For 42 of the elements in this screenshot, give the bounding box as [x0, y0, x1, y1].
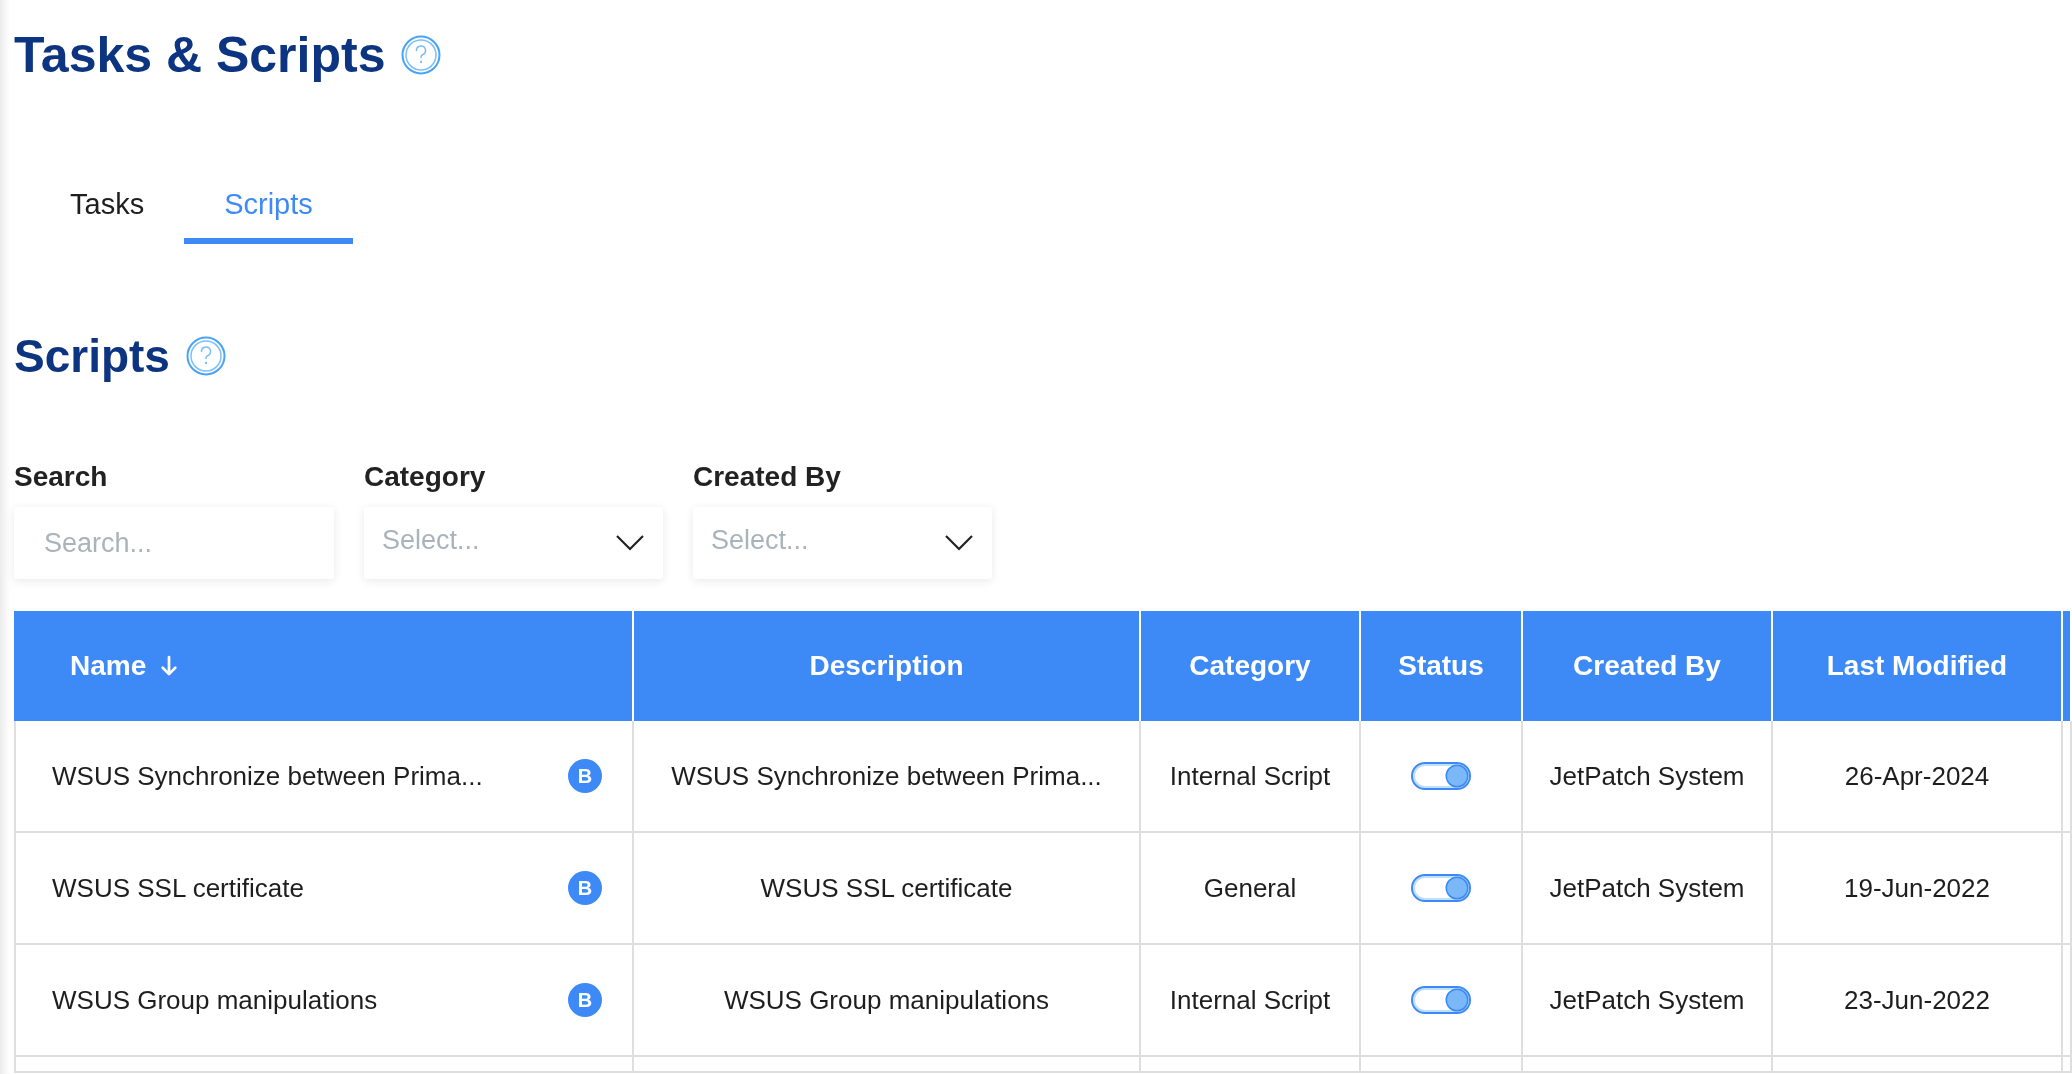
toggle-switch[interactable] — [1411, 874, 1471, 902]
column-header[interactable]: Name — [14, 611, 634, 721]
table-cell: Internal Script — [1169, 984, 1331, 1016]
help-icon[interactable] — [185, 336, 226, 376]
table-cell: WSUS Group manipulations — [723, 984, 1050, 1016]
column-header[interactable]: Description — [634, 611, 1141, 721]
tab[interactable]: Scripts — [184, 184, 353, 244]
help-icon[interactable] — [401, 35, 442, 75]
table-cell: 26-Apr-2024 — [1844, 760, 1990, 792]
filter-label: Created By — [693, 461, 842, 493]
toggle-switch[interactable] — [1411, 986, 1471, 1014]
table-cell: JetPatch System — [1549, 760, 1745, 792]
toggle-switch[interactable] — [1411, 762, 1471, 790]
table-cell: WSUS SSL certificate — [52, 872, 304, 904]
table-cell — [2063, 1057, 2072, 1073]
table-cell: WSUS SSL certificate — [760, 872, 1013, 904]
table-cell: WSUS Synchronize between Prima... — [52, 760, 483, 792]
table-cell: Internal Script — [1169, 760, 1331, 792]
tab[interactable]: Tasks — [30, 184, 185, 244]
table-cell: WSUS Synchronize between Prima... — [671, 760, 1102, 792]
badge: B — [568, 983, 602, 1017]
column-header[interactable]: Created By — [1523, 611, 1773, 721]
table-cell: JetPatch System — [1549, 984, 1745, 1016]
chevron-icon — [944, 534, 974, 552]
table-cell: WSUS Group manipulations — [52, 984, 378, 1016]
column-header[interactable]: Category — [1141, 611, 1361, 721]
table-cell: 23-Jun-2022 — [1844, 984, 1990, 1016]
filter-label: Category — [364, 461, 487, 493]
dropdown[interactable]: Select... — [693, 507, 992, 579]
table-cell: General — [1203, 872, 1297, 904]
section-title: Scripts — [14, 329, 170, 383]
dropdown[interactable]: Select... — [364, 507, 663, 579]
table-cell: JetPatch System — [1549, 872, 1745, 904]
page-title: Tasks & Scripts — [14, 26, 386, 84]
badge: B — [568, 871, 602, 905]
column-header[interactable]: Last Modified — [1773, 611, 2063, 721]
filter-label: Search — [14, 461, 109, 493]
column-header[interactable]: Status — [1361, 611, 1523, 721]
table-cell: 19-Jun-2022 — [1844, 872, 1990, 904]
search-field[interactable]: Search... — [14, 507, 334, 579]
badge: B — [568, 759, 602, 793]
chevron-icon — [615, 534, 645, 552]
